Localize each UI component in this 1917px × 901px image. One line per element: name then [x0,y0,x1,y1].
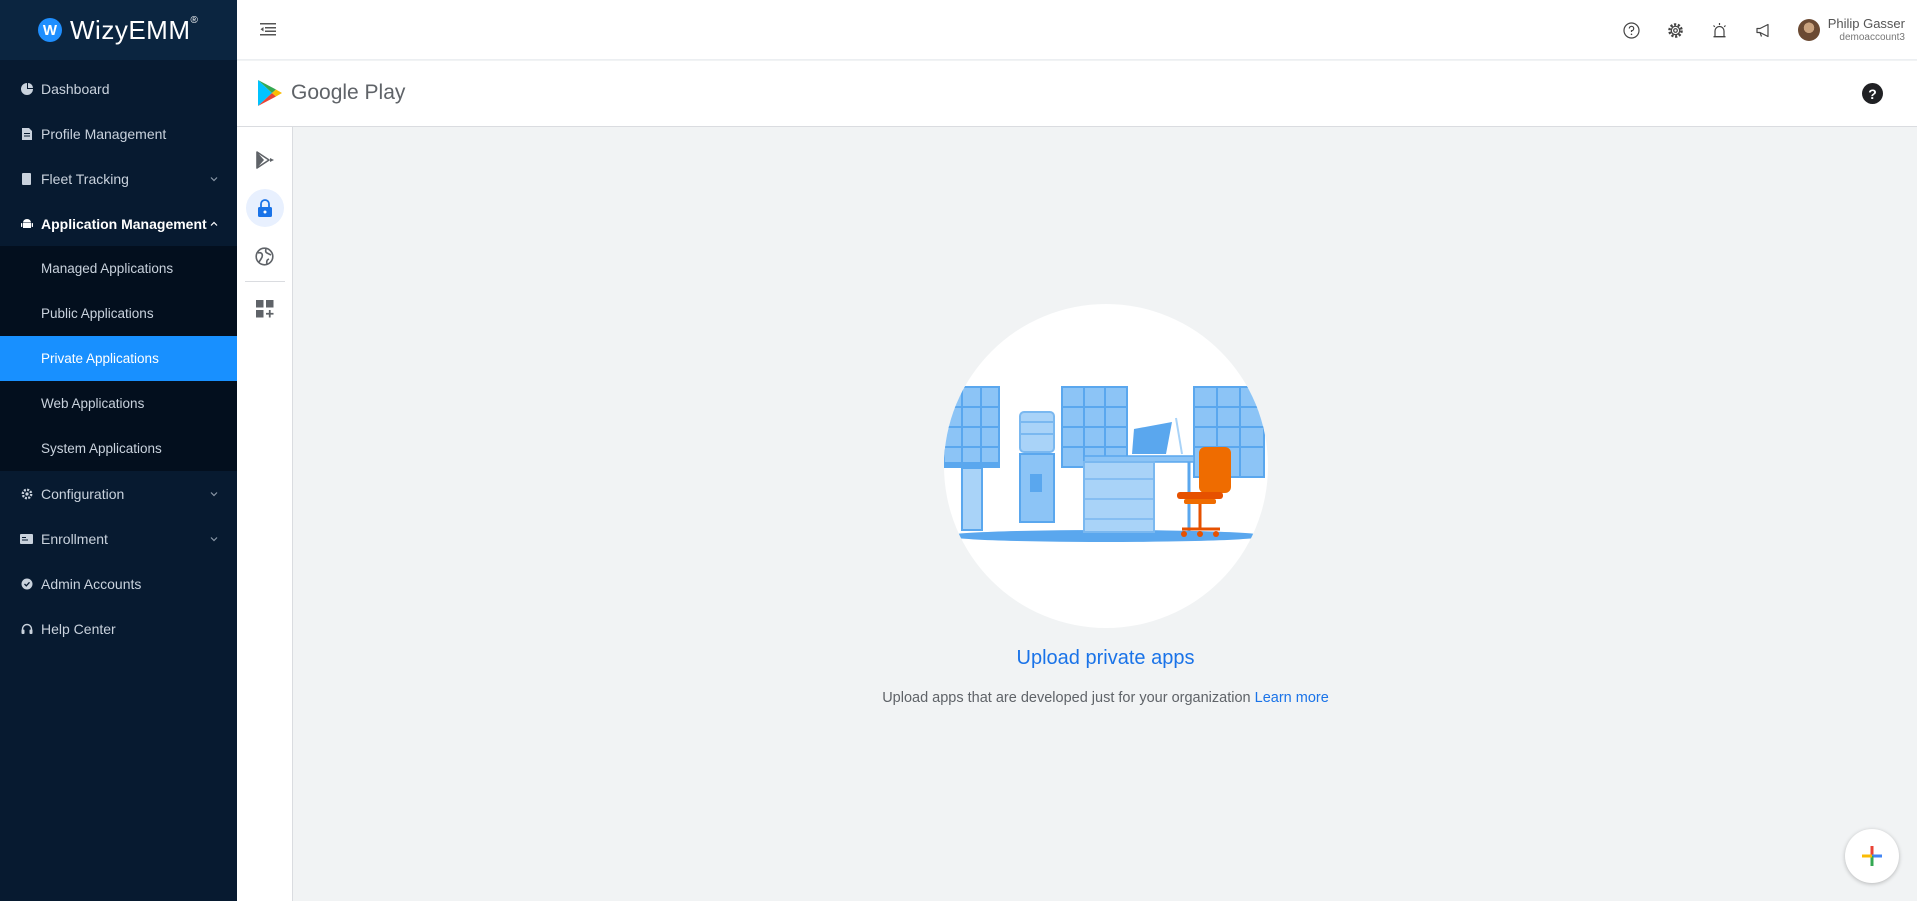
gear-icon [20,487,33,500]
office-illustration [944,304,1268,628]
sidebar-item-configuration[interactable]: Configuration [0,471,237,516]
application-management-submenu: Managed Applications Public Applications… [0,246,237,471]
user-menu[interactable]: Philip Gasser demoaccount3 [1797,16,1905,44]
google-play-icon [258,80,282,106]
device-icon [20,172,33,185]
alarm-icon[interactable] [1698,0,1742,60]
sidebar-item-label: Enrollment [41,530,108,547]
megaphone-icon[interactable] [1742,0,1786,60]
sidebar-item-admin-accounts[interactable]: Admin Accounts [0,561,237,606]
sidebar-item-label: Profile Management [41,125,167,142]
sidebar-item-dashboard[interactable]: Dashboard [0,66,237,111]
question-circle-icon[interactable] [1610,0,1654,60]
rail-web-apps[interactable] [246,237,284,275]
sidebar-item-label: Web Applications [41,396,145,411]
sidebar: W WizyEMM® Dashboard Profile Management … [0,0,237,901]
android-icon [20,217,33,230]
sidebar-item-public-applications[interactable]: Public Applications [0,291,237,336]
google-play-title: Google Play [291,81,406,104]
user-info: Philip Gasser demoaccount3 [1828,16,1905,44]
empty-state-text: Upload apps that are developed just for … [882,690,1251,706]
sidebar-item-label: Configuration [41,485,125,502]
logo[interactable]: W WizyEMM® [0,0,237,60]
empty-state-title: Upload private apps [1016,647,1195,669]
sidebar-item-label: Managed Applications [41,261,174,276]
menu-fold-icon[interactable] [259,20,277,38]
pie-chart-icon [20,82,33,95]
document-icon [20,127,33,140]
rail-private-apps[interactable] [245,189,284,227]
sidebar-item-help-center[interactable]: Help Center [0,606,237,651]
help-button[interactable]: ? [1862,83,1883,104]
sidebar-item-label: System Applications [41,441,162,456]
gear-icon[interactable] [1654,0,1698,60]
rail-organize-apps[interactable] [246,290,284,328]
sidebar-item-label: Public Applications [41,306,154,321]
sidebar-item-label: Dashboard [41,80,110,97]
google-play-logo: Google Play [257,79,405,107]
sidebar-nav: Dashboard Profile Management Fleet Track… [0,60,237,651]
logo-text: WizyEMM® [70,14,199,45]
id-card-icon [20,532,33,545]
sidebar-item-managed-applications[interactable]: Managed Applications [0,246,237,291]
shield-icon [20,577,33,590]
sidebar-item-label: Admin Accounts [41,575,142,592]
rail-play-store[interactable] [246,141,284,179]
add-private-app-button[interactable] [1845,829,1899,883]
apps-add-icon [255,300,273,318]
headset-icon [20,622,33,635]
sidebar-item-label: Help Center [41,620,116,637]
sidebar-item-system-applications[interactable]: System Applications [0,426,237,471]
top-bar: Philip Gasser demoaccount3 [237,0,1917,60]
sidebar-item-label: Application Management [41,215,207,232]
sidebar-item-application-management[interactable]: Application Management [0,201,237,246]
chevron-down-icon [210,491,218,496]
top-bar-actions: Philip Gasser demoaccount3 [1610,0,1917,60]
sidebar-item-enrollment[interactable]: Enrollment [0,516,237,561]
sidebar-item-label: Private Applications [41,351,159,366]
sidebar-item-profile-management[interactable]: Profile Management [0,111,237,156]
avatar [1797,19,1820,41]
sidebar-item-web-applications[interactable]: Web Applications [0,381,237,426]
private-apps-content: Upload private apps Upload apps that are… [294,127,1917,901]
lock-icon [257,199,272,217]
plus-icon [1862,846,1882,866]
sidebar-item-label: Fleet Tracking [41,170,129,187]
chevron-down-icon [210,176,218,181]
google-play-header: Google Play ? [237,61,1917,127]
user-name: Philip Gasser [1827,16,1905,32]
globe-icon [255,246,274,266]
sidebar-item-private-applications[interactable]: Private Applications [0,336,237,381]
logo-badge: W [38,18,62,42]
chevron-up-icon [210,221,218,226]
user-account: demoaccount3 [1839,31,1905,43]
empty-state-description: Upload apps that are developed just for … [294,690,1917,706]
play-store-icon [255,151,274,169]
chevron-down-icon [210,536,218,541]
learn-more-link[interactable]: Learn more [1255,690,1329,706]
sidebar-item-fleet-tracking[interactable]: Fleet Tracking [0,156,237,201]
google-play-rail [237,127,293,901]
rail-divider [244,281,285,282]
